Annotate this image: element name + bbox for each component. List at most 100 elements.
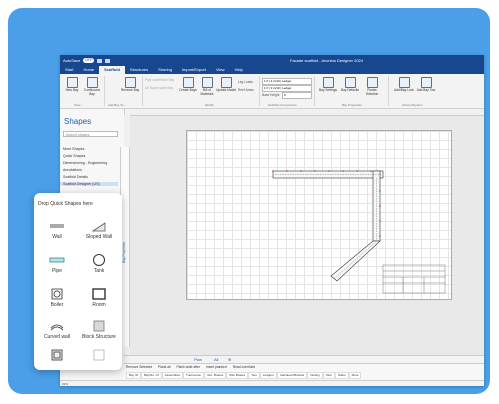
group-label-actions: Actions/System xyxy=(402,103,423,107)
column-header[interactable]: Bay ID xyxy=(126,372,142,379)
board-scale-bay-item[interactable]: Ab Board scale Bay xyxy=(145,86,173,90)
column-header[interactable]: Ledgers xyxy=(259,372,277,379)
shapes-item-quick-shapes[interactable]: Quick Shapes xyxy=(63,154,85,158)
drawing-canvas[interactable] xyxy=(130,116,484,355)
save-icon[interactable] xyxy=(97,58,103,63)
group-label-bay-properties: Bay Properties xyxy=(342,103,362,107)
quick-shape-window[interactable] xyxy=(36,349,78,365)
quick-shape-block-structure[interactable]: Block Structure xyxy=(78,319,120,341)
column-header[interactable]: Transverse xyxy=(183,372,204,379)
scaffold-plan-drawing[interactable] xyxy=(187,131,453,301)
column-header[interactable]: Cantilever/Bracket xyxy=(276,372,308,379)
bay-tow-button[interactable]: Add Bay Tow xyxy=(416,76,436,93)
wall-icon xyxy=(50,224,64,228)
tab-scaffold[interactable]: Scaffold xyxy=(99,66,125,74)
continuous-bay-button[interactable]: Continuous Bay xyxy=(82,76,102,96)
quick-shape-wall[interactable]: Wall xyxy=(36,219,78,241)
column-header[interactable]: Netting xyxy=(307,372,323,379)
quick-shape-sloped-wall[interactable]: Sloped Wall xyxy=(78,219,120,241)
sloped-wall-icon xyxy=(91,222,106,232)
app-window: AutoSave OFF Facade scaffold - Avontus D… xyxy=(60,55,484,386)
leg-loads-button[interactable]: Leg Loads xyxy=(238,80,253,84)
bay-lock-label: Add/Bay Lock xyxy=(394,88,414,92)
bay-defaults-button[interactable]: Bay Defaults xyxy=(340,76,360,93)
quick-shape-boiler[interactable]: Boiler xyxy=(36,287,78,309)
component-select-1[interactable]: 1 ft | 3 in/10 | Ledger xyxy=(262,78,312,85)
remove-selected-button[interactable]: Remove Selected xyxy=(126,365,152,369)
new-bay-button[interactable]: New Bay xyxy=(62,76,82,93)
update-model-button[interactable]: Update Model xyxy=(216,76,236,93)
plank-wide-after-button[interactable]: Plank wide after xyxy=(177,365,200,369)
quick-shape-label: Sloped Wall xyxy=(85,234,113,240)
shapes-item-dimensioning[interactable]: Dimensioning - Engineering xyxy=(63,161,107,165)
group-divider xyxy=(388,76,389,106)
bay-defaults-icon xyxy=(344,77,356,88)
quick-shape-label: Curved wall xyxy=(43,334,71,340)
read-overrides-button[interactable]: Read overrides xyxy=(233,365,255,369)
continuous-bay-icon xyxy=(86,77,98,88)
tab-view[interactable]: View xyxy=(211,66,230,74)
tab-help[interactable]: Help xyxy=(230,66,248,74)
column-header[interactable]: Stop xyxy=(322,372,335,379)
bay-settings-button[interactable]: Bay Settings xyxy=(318,76,338,93)
quick-shape-pipe[interactable]: Pipe xyxy=(36,253,78,275)
add-page-icon[interactable]: ⊕ xyxy=(228,357,231,362)
new-bay-icon xyxy=(66,77,78,88)
bay-lock-button[interactable]: Add/Bay Lock xyxy=(394,76,414,93)
column-header[interactable]: Bay/No. Of xyxy=(141,372,162,379)
quick-shape-blank[interactable] xyxy=(78,349,120,365)
window-title: Facade scaffold - Avontus Designer 2024 xyxy=(290,58,364,63)
column-header[interactable]: More xyxy=(348,372,362,379)
quick-shape-curved-wall[interactable]: Curved wall xyxy=(36,319,78,341)
quick-shape-tank[interactable]: Tank xyxy=(78,253,120,275)
tab-page-all[interactable]: All xyxy=(214,357,218,362)
shapes-item-scaffold-designer[interactable]: Scaffold Designer (US) xyxy=(60,182,118,186)
open-folder-icon[interactable] xyxy=(105,58,111,63)
component-select-2[interactable]: 1 ft | 3 in/10 | Ledger xyxy=(262,85,312,92)
bay-grid-header: Bay ID Bay/No. Of Assemblies Transverse … xyxy=(126,372,362,379)
planks-direction-button[interactable]: Planks Direction xyxy=(362,76,382,96)
continuous-bay-label: Continuous Bay xyxy=(83,88,101,96)
tab-page-plan[interactable]: Plan xyxy=(194,357,202,362)
column-header[interactable]: Stairs xyxy=(334,372,349,379)
bay-grid-toolbar: Remove Selected Plank all Plank wide aft… xyxy=(126,365,255,369)
plank-all-button[interactable]: Plank all xyxy=(158,365,170,369)
drawing-page[interactable] xyxy=(186,130,452,300)
pipe-icon xyxy=(49,257,65,263)
column-header[interactable]: Assemblies xyxy=(161,372,184,379)
group-divider xyxy=(104,76,105,106)
bill-of-materials-button[interactable]: Bill of Materials xyxy=(197,76,217,96)
room-icon xyxy=(92,288,106,300)
shapes-item-more-shapes[interactable]: More Shapes xyxy=(63,147,84,151)
bill-of-materials-icon xyxy=(201,77,213,88)
shapes-item-scaffold-details[interactable]: Scaffold Details xyxy=(63,175,88,179)
base-height-input[interactable]: 0 xyxy=(282,92,312,99)
search-shapes-input[interactable]: Search shapes xyxy=(63,131,118,137)
quick-shape-room[interactable]: Room xyxy=(78,287,120,309)
create-bays-icon xyxy=(182,77,194,88)
quick-shape-label: Tank xyxy=(93,268,105,274)
tab-shoring[interactable]: Shoring xyxy=(153,66,177,74)
create-bays-button[interactable]: Create Bays xyxy=(178,76,198,93)
autosave-toggle[interactable]: OFF xyxy=(83,58,95,63)
tab-home[interactable]: Home xyxy=(78,66,99,74)
blank-shape-icon xyxy=(93,349,105,361)
tab-import-export[interactable]: Import/Export xyxy=(177,66,211,74)
insert-planked-button[interactable]: Insert planked xyxy=(206,365,227,369)
group-divider xyxy=(142,76,143,106)
column-header[interactable]: Mtm Braces xyxy=(226,372,249,379)
quick-access-toolbar: AutoSave OFF xyxy=(63,58,111,63)
group-divider xyxy=(314,76,315,106)
pipe-connection-bay-item[interactable]: Pipe connection Bay xyxy=(145,78,174,82)
column-header[interactable]: Ties xyxy=(248,372,260,379)
update-model-label: Update Model xyxy=(216,88,236,92)
column-header[interactable]: Vert. Braces xyxy=(203,372,227,379)
shapes-item-annotations[interactable]: Annotations xyxy=(63,168,82,172)
tab-structures[interactable]: Structures xyxy=(125,66,153,74)
reef-areas-button[interactable]: Reef Areas xyxy=(238,88,254,92)
remove-bay-button[interactable]: Remove Bay xyxy=(120,76,140,93)
quick-shape-label: Wall xyxy=(52,234,62,240)
group-label-scaffold-components: Scaffold Components xyxy=(268,103,297,107)
tab-start[interactable]: Start xyxy=(60,66,78,74)
new-bay-label: New Bay xyxy=(65,88,79,92)
